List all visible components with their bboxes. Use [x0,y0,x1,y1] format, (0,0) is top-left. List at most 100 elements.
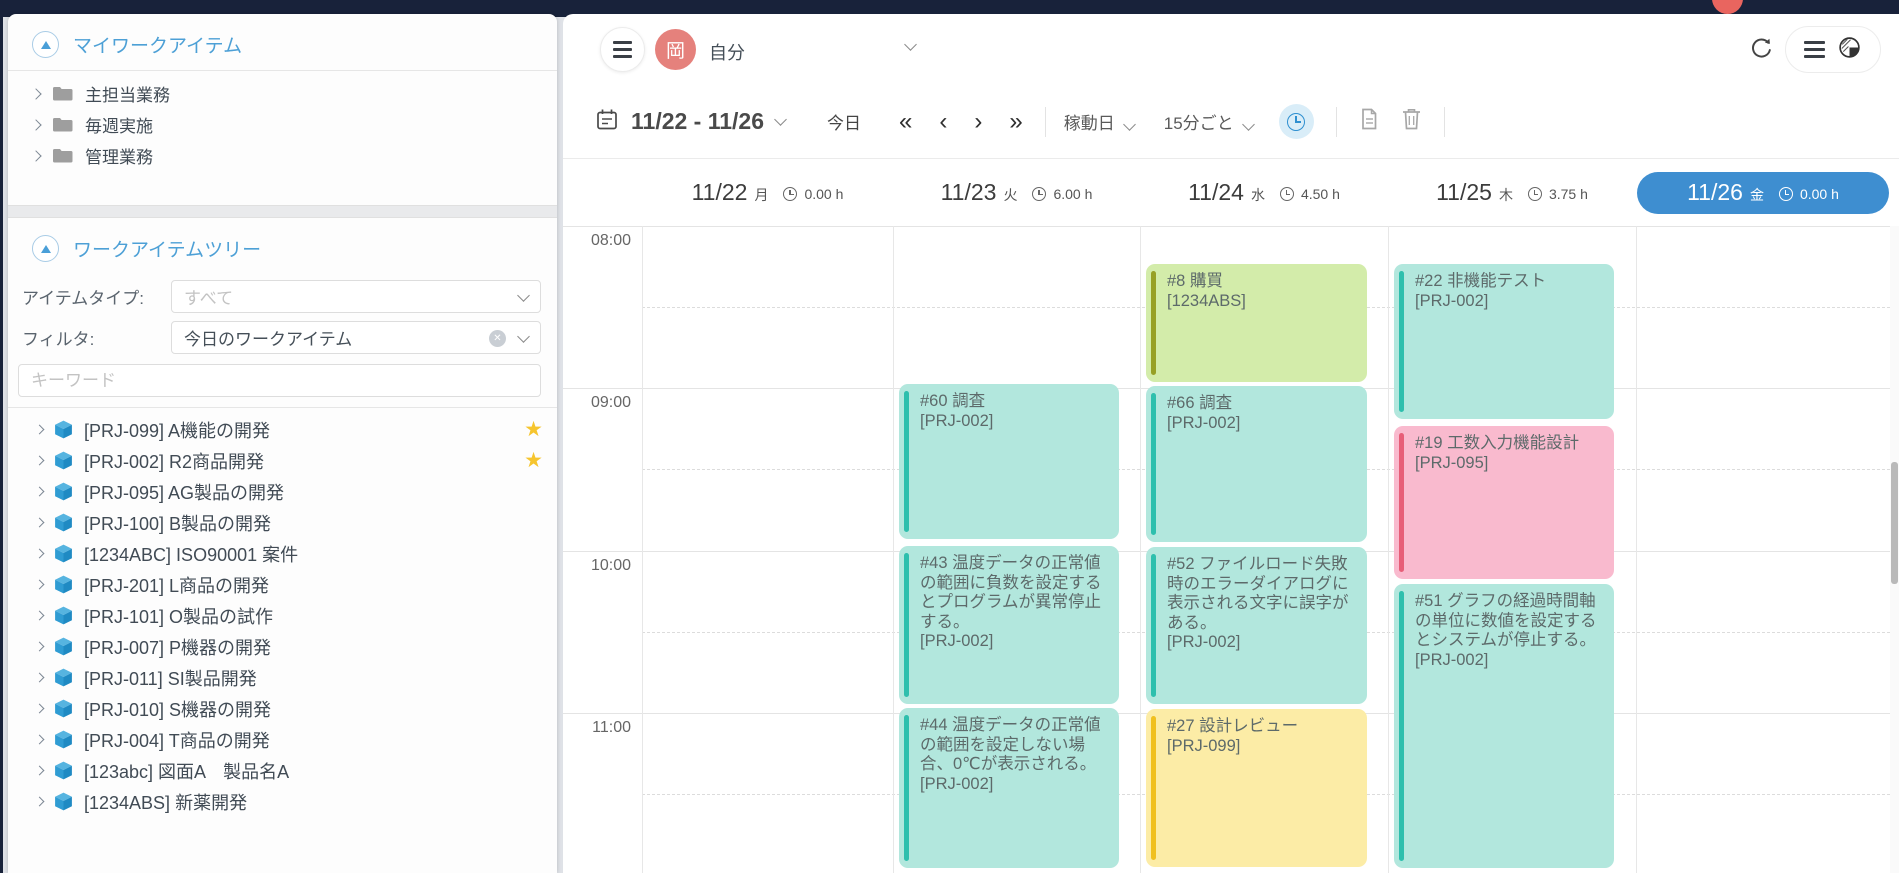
chevron-right-icon[interactable] [35,487,45,497]
collapse-tree-button[interactable] [32,235,59,262]
day-header-1124[interactable]: 11/24 水 4.50 h [1140,159,1388,226]
menu-button[interactable] [600,27,645,72]
refresh-button[interactable] [1749,36,1774,66]
interval-dropdown[interactable]: 15分ごと [1164,109,1253,134]
today-button[interactable]: 今日 [827,109,861,134]
item-type-value: すべて [184,284,233,309]
chevron-right-icon[interactable] [35,766,45,776]
event-card[interactable]: #43 温度データの正常値の範囲に負数を設定するとプログラムが異常停止する。 [… [899,546,1119,704]
star-icon[interactable]: ★ [524,417,543,442]
tree-item[interactable]: [PRJ-100] B製品の開発 [8,507,557,538]
filter-select[interactable]: 今日のワークアイテム ✕ [171,321,541,354]
calendar-panel: 岡 自分 [563,14,1899,873]
clock-icon [1528,187,1542,201]
folder-icon [52,85,73,102]
day-header-1125[interactable]: 11/25 木 3.75 h [1388,159,1636,226]
vertical-scrollbar[interactable] [1890,226,1899,873]
chevron-right-icon[interactable] [30,150,41,161]
tree-item[interactable]: [PRJ-101] O製品の試作 [8,600,557,631]
work-item-cube-icon [53,729,74,750]
prev-day-button[interactable]: ‹ [939,110,947,134]
collapse-my-work-items-button[interactable] [32,31,59,58]
day-hours: 6.00 h [1053,186,1092,202]
day-header-1122[interactable]: 11/22 月 0.00 h [642,159,893,226]
working-day-dropdown[interactable]: 稼動日 [1064,109,1134,134]
chevron-right-icon[interactable] [35,549,45,559]
chevron-right-icon[interactable] [35,673,45,683]
chevron-right-icon[interactable] [35,735,45,745]
work-item-tree-header: ワークアイテムツリー [8,218,557,274]
chevron-right-icon[interactable] [35,580,45,590]
list-view-icon[interactable] [1804,41,1825,58]
event-card[interactable]: #22 非機能テスト [PRJ-002] [1394,264,1614,419]
event-card[interactable]: #51 グラフの経過時間軸の単位に数値を設定するとシステムが停止する。 [PRJ… [1394,584,1614,868]
chevron-right-icon[interactable] [35,518,45,528]
chevron-right-icon[interactable] [30,88,41,99]
top-avatar-partial[interactable] [1712,0,1743,14]
event-card[interactable]: #44 温度データの正常値の範囲を設定しない場合、0℃が表示される。 [PRJ-… [899,708,1119,868]
chevron-right-icon[interactable] [35,425,45,435]
clear-filter-icon[interactable]: ✕ [489,330,506,347]
scrollbar-thumb[interactable] [1891,462,1898,584]
tree-item[interactable]: [1234ABC] ISO90001 案件 [8,538,557,569]
chevron-right-icon[interactable] [30,119,41,130]
day-header-row: 11/22 月 0.00 h 11/23 火 6.00 h 11/24 水 4.… [642,159,1899,226]
clock-icon [1032,187,1046,201]
event-card[interactable]: #66 調査 [PRJ-002] [1146,386,1367,542]
event-card[interactable]: #27 設計レビュー [PRJ-099] [1146,709,1367,867]
chevron-down-icon [1123,118,1136,131]
tree-item[interactable]: [PRJ-002] R2商品開発 ★ [8,445,557,476]
tree-item[interactable]: [PRJ-010] S機器の開発 [8,693,557,724]
toolbar-divider [1444,107,1445,137]
folder-row-admin[interactable]: 管理業務 [8,140,557,171]
selected-day-pill[interactable]: 11/26 金 0.00 h [1637,172,1889,214]
time-tracking-toggle[interactable] [1279,104,1314,139]
event-project: [PRJ-002] [1415,651,1604,671]
chevron-down-icon[interactable] [774,113,787,126]
prev-week-button[interactable]: « [899,110,912,134]
date-range-label[interactable]: 11/22 - 11/26 [631,108,764,135]
tree-item[interactable]: [PRJ-095] AG製品の開発 [8,476,557,507]
event-card[interactable]: #60 調査 [PRJ-002] [899,384,1119,539]
app-window: マイワークアイテム 主担当業務 毎週実施 [0,0,1899,873]
keyword-input[interactable] [18,364,541,397]
tree-item[interactable]: [PRJ-099] A機能の開発 ★ [8,414,557,445]
next-week-button[interactable]: » [1009,110,1022,134]
document-button[interactable] [1359,107,1379,136]
user-avatar[interactable]: 岡 [655,29,696,70]
tree-item[interactable]: [PRJ-007] P機器の開発 [8,631,557,662]
pie-chart-icon[interactable] [1837,35,1862,65]
chevron-right-icon[interactable] [35,797,45,807]
clock-icon [1779,187,1793,201]
chevron-right-icon[interactable] [35,704,45,714]
event-card[interactable]: #8 購買 [1234ABS] [1146,264,1367,382]
item-type-select[interactable]: すべて [171,280,541,313]
chevron-right-icon[interactable] [35,611,45,621]
folder-row-weekly[interactable]: 毎週実施 [8,109,557,140]
calendar-grid[interactable]: 08:00 09:00 10:00 11:00 12:00 #60 調査 [PR… [563,226,1890,873]
work-item-cube-icon [53,419,74,440]
chevron-down-icon [517,289,530,302]
time-label: 08:00 [563,232,631,250]
event-card[interactable]: #19 工数入力機能設計 [PRJ-095] [1394,426,1614,579]
trash-button[interactable] [1401,107,1422,136]
tree-item[interactable]: [1234ABS] 新薬開発 [8,786,557,817]
next-day-button[interactable]: › [974,110,982,134]
day-header-1123[interactable]: 11/23 火 6.00 h [893,159,1140,226]
event-title: #66 調査 [1167,394,1357,414]
tree-item[interactable]: [PRJ-011] SI製品開発 [8,662,557,693]
event-project: [PRJ-002] [1167,414,1357,434]
day-hours: 4.50 h [1301,186,1340,202]
tree-item[interactable]: [PRJ-004] T商品の開発 [8,724,557,755]
chevron-right-icon[interactable] [35,456,45,466]
day-header-1126-selected[interactable]: 11/26 金 0.00 h [1636,159,1890,226]
folder-row-main-duty[interactable]: 主担当業務 [8,78,557,109]
star-icon[interactable]: ★ [524,448,543,473]
tree-item[interactable]: [PRJ-201] L商品の開発 [8,569,557,600]
event-title: #8 購買 [1167,272,1357,292]
user-select-label[interactable]: 自分 [709,39,745,65]
chevron-right-icon[interactable] [35,642,45,652]
chevron-down-icon[interactable] [904,38,917,51]
tree-item[interactable]: [123abc] 図面A 製品名A [8,755,557,786]
event-card[interactable]: #52 ファイルロード失敗時のエラーダイアログに表示される文字に誤字がある。 [… [1146,547,1367,704]
